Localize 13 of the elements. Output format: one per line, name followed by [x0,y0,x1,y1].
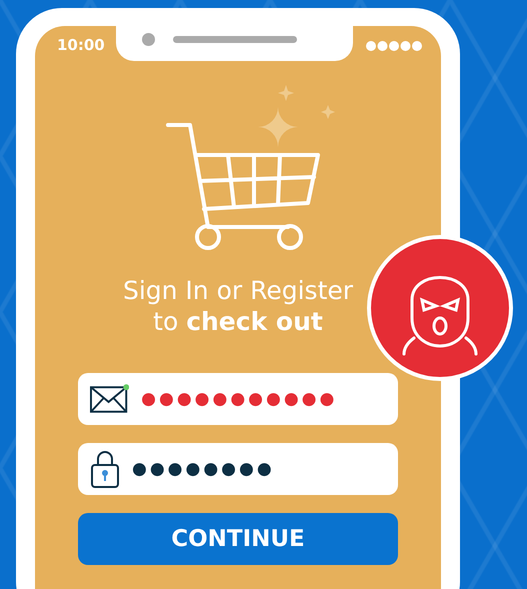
envelope-icon [90,384,130,414]
padlock-icon [90,449,120,489]
continue-button[interactable]: CONTINUE [78,513,398,565]
speaker-icon [173,36,298,42]
heading-line: to check out [152,306,324,337]
heading-line: Sign In or Register [122,275,354,306]
password-field[interactable]: ●●●●●●●● [78,443,398,495]
signal-dots-icon [365,40,423,52]
camera-icon [142,32,156,46]
status-time: 10:00 [57,36,105,54]
password-input[interactable]: ●●●●●●●● [132,459,382,479]
email-field[interactable]: ●●●●●●●●●●● [78,373,398,425]
email-input[interactable]: ●●●●●●●●●●● [141,389,386,409]
